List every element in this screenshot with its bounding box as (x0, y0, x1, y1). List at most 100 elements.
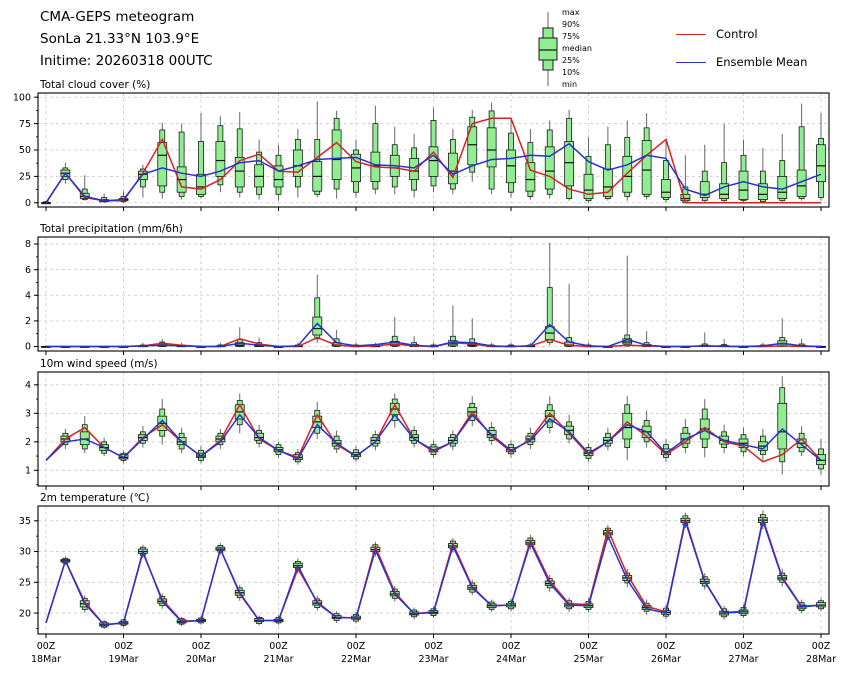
box-whisker (410, 134, 419, 197)
box-whisker (313, 275, 322, 343)
panel-1: 02468Total precipitation (mm/6h) (25, 223, 829, 355)
x-axis-labels: 00Z18Mar00Z19Mar00Z20Mar00Z21Mar00Z22Mar… (31, 641, 836, 665)
panel-0: 0255075100Total cloud cover (%) (13, 79, 829, 211)
box-whisker (138, 343, 147, 347)
box-whisker (80, 416, 89, 453)
box-whisker (565, 284, 574, 347)
panel-title: Total cloud cover (%) (39, 79, 150, 91)
panel-border (38, 237, 829, 351)
box-whisker (487, 103, 496, 195)
box-whisker (235, 112, 244, 198)
ensemble-mean-line (46, 144, 821, 203)
x-tick-hour: 00Z (502, 641, 521, 652)
box-whisker (662, 439, 671, 462)
x-tick-date: 28Mar (806, 654, 836, 665)
box-whisker (216, 429, 225, 449)
box-whisker (526, 343, 535, 347)
x-tick-hour: 00Z (347, 641, 366, 652)
panel-title: 2m temperature (℃) (40, 492, 150, 504)
box-whisker (255, 338, 264, 347)
box-whisker (448, 306, 457, 347)
box-whisker (700, 332, 709, 346)
box-whisker (100, 438, 109, 457)
box-whisker (410, 608, 419, 620)
box-whisker (216, 116, 225, 192)
x-tick-hour: 00Z (114, 641, 133, 652)
box-whisker (739, 346, 748, 348)
box-whisker (352, 446, 361, 462)
box-whisker (197, 616, 206, 625)
box-whisker (565, 415, 574, 444)
box-whisker (662, 142, 671, 203)
box-whisker (817, 346, 826, 348)
box-whisker (448, 538, 457, 553)
box-whisker (352, 612, 361, 624)
box-whisker (700, 145, 709, 203)
panel-2: 123410m wind speed (m/s) (25, 358, 829, 490)
ensemble-mean-line (46, 521, 821, 625)
x-tick-date: 21Mar (263, 654, 293, 665)
box-whisker (778, 569, 787, 587)
box-whisker (138, 545, 147, 558)
box-whisker (177, 617, 186, 626)
box-whisker (468, 110, 477, 182)
box-whisker (61, 429, 70, 449)
box-whisker (584, 343, 593, 347)
panel-border (38, 506, 829, 634)
box-whisker (545, 243, 554, 345)
panel-title: Total precipitation (mm/6h) (39, 223, 183, 235)
box-whisker (293, 129, 302, 198)
box-whisker (274, 346, 283, 348)
box-whisker (468, 580, 477, 595)
panel-title: 10m wind speed (m/s) (40, 358, 158, 370)
x-tick-hour: 00Z (192, 641, 211, 652)
box-whisker (507, 118, 516, 197)
box-whisker (61, 163, 70, 184)
box-whisker (817, 439, 826, 475)
boxplot-legend-glyph-icon (528, 4, 562, 92)
box-whisker (313, 402, 322, 439)
box-whisker (274, 442, 283, 458)
box-whisker (158, 399, 167, 445)
box-whisker (332, 330, 341, 347)
box-whisker (390, 127, 399, 195)
y-tick-label: 30 (19, 547, 31, 558)
box-whisker (545, 120, 554, 198)
box-whisker (390, 393, 399, 427)
box-whisker (758, 343, 767, 347)
y-tick-label: 1 (25, 466, 31, 477)
ensemble-mean-line (46, 324, 821, 347)
box-whisker (371, 343, 380, 347)
legend-label-min: min (562, 81, 577, 89)
x-tick-date: 25Mar (573, 654, 603, 665)
x-tick-date: 18Mar (31, 654, 61, 665)
box-whisker (603, 127, 612, 201)
legend-row-ensemble-mean: Ensemble Mean (676, 48, 836, 76)
box-whisker (80, 595, 89, 612)
box-whisker (739, 139, 748, 202)
control-line (46, 338, 821, 347)
box-whisker (119, 450, 128, 463)
y-tick-label: 20 (19, 608, 31, 619)
box-whisker (797, 600, 806, 614)
box-whisker (352, 139, 361, 197)
box-whisker (410, 336, 419, 346)
box-whisker (642, 410, 651, 447)
box-whisker (158, 593, 167, 608)
boxplot-legend: max 90% 75% median 25% 10% min (528, 4, 658, 92)
x-tick-date: 24Mar (496, 654, 526, 665)
box-whisker (720, 425, 729, 454)
box-whisker (448, 129, 457, 194)
box-whisker (448, 430, 457, 450)
meteogram-page: CMA-GEPS meteogram SonLa 21.33°N 103.9°E… (0, 0, 841, 680)
box-whisker (42, 201, 51, 204)
box-whisker (603, 525, 612, 540)
x-tick-hour: 00Z (734, 641, 753, 652)
box-whisker (371, 106, 380, 195)
box-whisker (584, 598, 593, 612)
x-tick-hour: 00Z (579, 641, 598, 652)
legend-label-p10: 10% (562, 69, 580, 77)
box-whisker (603, 346, 612, 348)
box-whisker (274, 616, 283, 625)
box-whisker (778, 318, 787, 346)
